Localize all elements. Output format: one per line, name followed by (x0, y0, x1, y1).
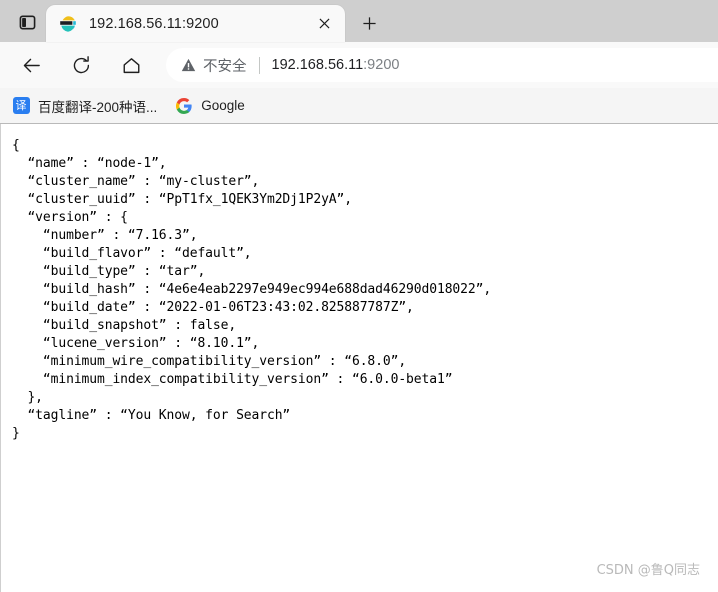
url-host: 192.168.56.11 (271, 57, 364, 73)
navigation-toolbar: 不安全 192.168.56.11:9200 (0, 42, 718, 88)
bookmark-label: 百度翻译-200种语... (38, 99, 158, 115)
elasticsearch-json-response: { “name” : “node-1”, “cluster_name” : “m… (12, 138, 492, 441)
elasticsearch-logo-icon (59, 15, 77, 33)
bookmark-label: Google (201, 98, 245, 113)
tab-title: 192.168.56.11:9200 (89, 15, 219, 32)
csdn-watermark: CSDN @鲁Q同志 (596, 563, 700, 578)
baidu-translate-icon: 译 (12, 97, 30, 115)
browser-tab[interactable]: 192.168.56.11:9200 (46, 5, 345, 42)
address-bar[interactable]: 不安全 192.168.56.11:9200 (166, 48, 718, 82)
page-viewport: { “name” : “node-1”, “cluster_name” : “m… (0, 124, 718, 592)
address-bar-url: 192.168.56.11:9200 (272, 57, 400, 73)
not-secure-warning-icon[interactable] (181, 58, 196, 72)
baidu-translate-glyph: 译 (12, 97, 30, 114)
new-tab-button[interactable] (353, 7, 385, 39)
split-screen-icon[interactable] (10, 7, 44, 37)
bookmark-item-baidu-translate[interactable]: 译 百度翻译-200种语... (8, 93, 165, 119)
omnibox-divider (258, 56, 260, 74)
google-g-icon (175, 97, 193, 115)
security-status-label: 不安全 (203, 58, 247, 75)
tab-strip: 192.168.56.11:9200 (0, 0, 718, 42)
bookmark-item-google[interactable]: Google (171, 93, 253, 119)
home-icon[interactable] (114, 48, 148, 82)
url-port: :9200 (363, 57, 400, 73)
browser-window: 192.168.56.11:9200 不安全 192.168.56.11:920… (0, 0, 718, 592)
close-icon[interactable] (311, 11, 337, 37)
bookmarks-bar: 译 百度翻译-200种语... Google (0, 88, 718, 124)
back-arrow-icon[interactable] (14, 48, 48, 82)
reload-icon[interactable] (64, 48, 98, 82)
